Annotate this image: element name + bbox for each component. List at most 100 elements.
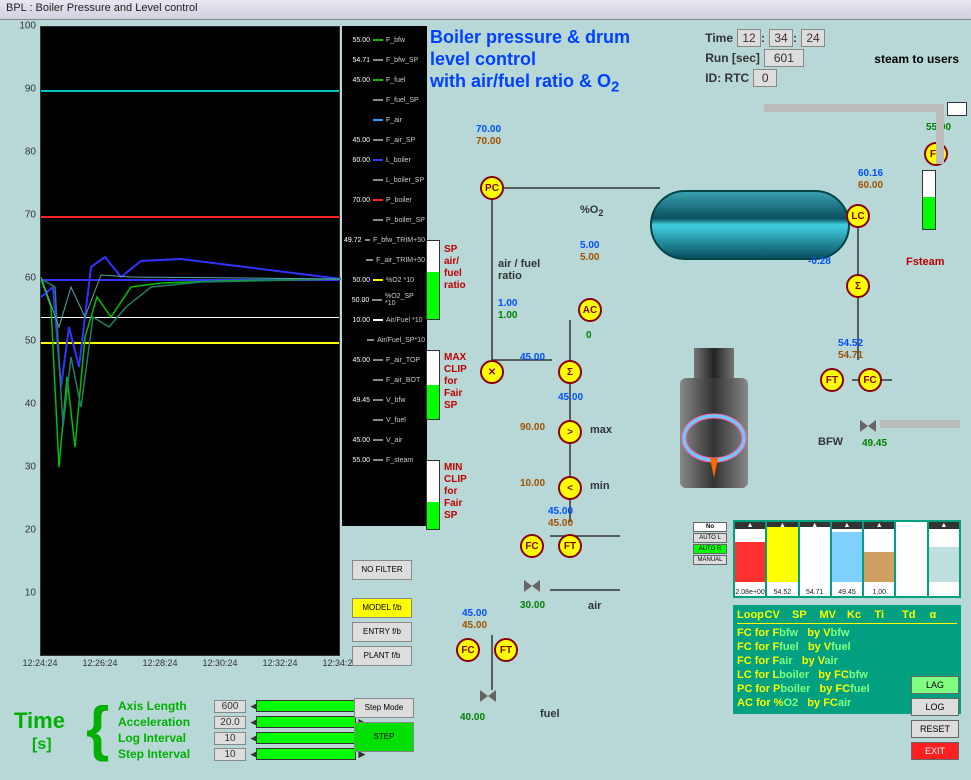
chart-plot-area xyxy=(40,26,340,656)
auto-r-button[interactable]: AUTO R xyxy=(693,544,727,554)
ytick: 30 xyxy=(25,462,36,473)
loop-bar[interactable]: ▲49.45 xyxy=(832,522,862,596)
loop-bar[interactable]: ▲ xyxy=(929,522,959,596)
ytick: 20 xyxy=(25,525,36,536)
loop-row[interactable]: FC for Ffuel by Vfuel xyxy=(737,640,957,654)
mode-buttons: No AUTO L AUTO R MANUAL xyxy=(693,522,727,566)
loop-bar[interactable]: ▲1.00 xyxy=(864,522,894,596)
o2-label: %O2 xyxy=(580,204,603,218)
legend-row: L_boiler_SP xyxy=(344,170,425,190)
legend-row: 49.72F_bfw_TRIM+50 xyxy=(344,230,425,250)
diagram-title: Boiler pressure & drum level control wit… xyxy=(430,26,630,99)
legend-row: 50.00%O2 *10 xyxy=(344,270,425,290)
plant-fb-button[interactable]: PLANT f/b xyxy=(352,646,412,666)
bfw-label: BFW xyxy=(818,436,843,448)
manual-button[interactable]: MANUAL xyxy=(693,555,727,565)
legend-row: 10.00Air/Fuel *10 xyxy=(344,310,425,330)
min-clip-label: MIN CLIP for Fair SP xyxy=(444,462,467,522)
ytick: 90 xyxy=(25,84,36,95)
max-in: 90.00 xyxy=(520,422,545,433)
legend-row: 45.00V_air xyxy=(344,430,425,450)
steam-bar xyxy=(922,170,936,230)
legend-row: 45.00F_fuel xyxy=(344,70,425,90)
exit-button[interactable]: EXIT xyxy=(911,742,959,760)
bfw-valve-icon xyxy=(860,420,876,432)
chart-legend: 55.00F_bfw54.71F_bfw_SP45.00F_fuelF_fuel… xyxy=(342,26,427,526)
window-titlebar: BPL : Boiler Pressure and Level control xyxy=(0,0,971,20)
ytick: 50 xyxy=(25,336,36,347)
loop-bar[interactable]: ▲2.08e+00 xyxy=(735,522,765,596)
lc-pv: 60.16 xyxy=(858,168,883,179)
fc-fuel[interactable]: FC xyxy=(456,638,480,662)
xtick: 12:26:24 xyxy=(82,658,117,668)
bfw-pipe xyxy=(880,420,960,428)
step-button[interactable]: STEP xyxy=(354,722,414,752)
sum-out: 45.00 xyxy=(558,392,583,403)
no-filter-button[interactable]: NO FILTER xyxy=(352,560,412,580)
ft-air: FT xyxy=(558,534,582,558)
lag-button[interactable]: LAG xyxy=(911,676,959,694)
step-mode-button[interactable]: Step Mode xyxy=(354,698,414,718)
time-ctrl-value[interactable]: 600 xyxy=(214,700,246,713)
loop-bar[interactable]: ▲ xyxy=(896,522,926,596)
xtick: 12:32:24 xyxy=(262,658,297,668)
xtick: 12:30:24 xyxy=(202,658,237,668)
time-mm: 34 xyxy=(769,29,793,47)
legend-row: F_air_TRIM+50 xyxy=(344,250,425,270)
fc-bfw-pv: 54.71 xyxy=(838,350,863,361)
run-value: 601 xyxy=(764,49,804,67)
time-ctrl-slider[interactable] xyxy=(256,700,356,712)
brace-icon: { xyxy=(86,700,109,758)
af-pv: 1.00 xyxy=(498,310,517,321)
loop-bar[interactable]: ▲54.52 xyxy=(767,522,797,596)
lc-sp: 60.00 xyxy=(858,180,883,191)
legend-row: 70.00P_boiler xyxy=(344,190,425,210)
pc-sp-value: 70.00 xyxy=(476,124,501,135)
model-fb-button[interactable]: MODEL f/b xyxy=(352,598,412,618)
auto-l-button[interactable]: AUTO L xyxy=(693,533,727,543)
time-label: Time xyxy=(705,31,733,45)
log-button[interactable]: LOG xyxy=(911,698,959,716)
xtick: 12:24:24 xyxy=(22,658,57,668)
entry-fb-button[interactable]: ENTRY f/b xyxy=(352,622,412,642)
loop-bar[interactable]: ▲54.71 xyxy=(800,522,830,596)
af-sp: 1.00 xyxy=(498,298,517,309)
xtick: 12:28:24 xyxy=(142,658,177,668)
legend-row: 45.00F_air_TOP xyxy=(344,350,425,370)
mult-in: 45.00 xyxy=(520,352,545,363)
flame-icon xyxy=(674,408,754,488)
id-label: ID: RTC xyxy=(705,71,749,85)
fc-fuel-pv: 45.00 xyxy=(462,620,487,631)
lc-adj: -0.28 xyxy=(808,256,831,267)
arrow-right-icon xyxy=(947,102,967,116)
legend-row: V_fuel xyxy=(344,410,425,430)
legend-row: 50.00%O2_SP *10 xyxy=(344,290,425,310)
max-clip-label: MAX CLIP for Fair SP xyxy=(444,352,467,412)
time-ctrl-slider[interactable] xyxy=(256,732,356,744)
loop-row[interactable]: FC for Fair by Vair xyxy=(737,654,957,668)
steam-users-label: steam to users xyxy=(874,52,959,66)
time-ss: 24 xyxy=(801,29,825,47)
loop-row[interactable]: FC for Fbfw by Vbfw xyxy=(737,626,957,640)
reset-button[interactable]: RESET xyxy=(911,720,959,738)
ft-bfw: FT xyxy=(820,368,844,392)
lc-controller[interactable]: LC xyxy=(846,204,870,228)
ac-controller[interactable]: AC xyxy=(578,298,602,322)
legend-row: F_fuel_SP xyxy=(344,90,425,110)
ytick: 80 xyxy=(25,147,36,158)
fc-bfw[interactable]: FC xyxy=(858,368,882,392)
legend-row: 55.00F_steam xyxy=(344,450,425,470)
time-hh: 12 xyxy=(737,29,761,47)
time-ctrl-slider[interactable] xyxy=(256,716,356,728)
fc-air[interactable]: FC xyxy=(520,534,544,558)
furnace xyxy=(666,348,762,518)
time-ctrl-value[interactable]: 10 xyxy=(214,732,246,745)
time-ctrl-slider[interactable] xyxy=(256,748,356,760)
max-clip-bar xyxy=(426,350,440,420)
legend-row: 54.71F_bfw_SP xyxy=(344,50,425,70)
pc-controller[interactable]: PC xyxy=(480,176,504,200)
time-ctrl-value[interactable]: 10 xyxy=(214,748,246,761)
sp-ratio-bar xyxy=(426,240,440,320)
fuel-label: fuel xyxy=(540,708,560,720)
time-ctrl-value[interactable]: 20.0 xyxy=(214,716,246,729)
